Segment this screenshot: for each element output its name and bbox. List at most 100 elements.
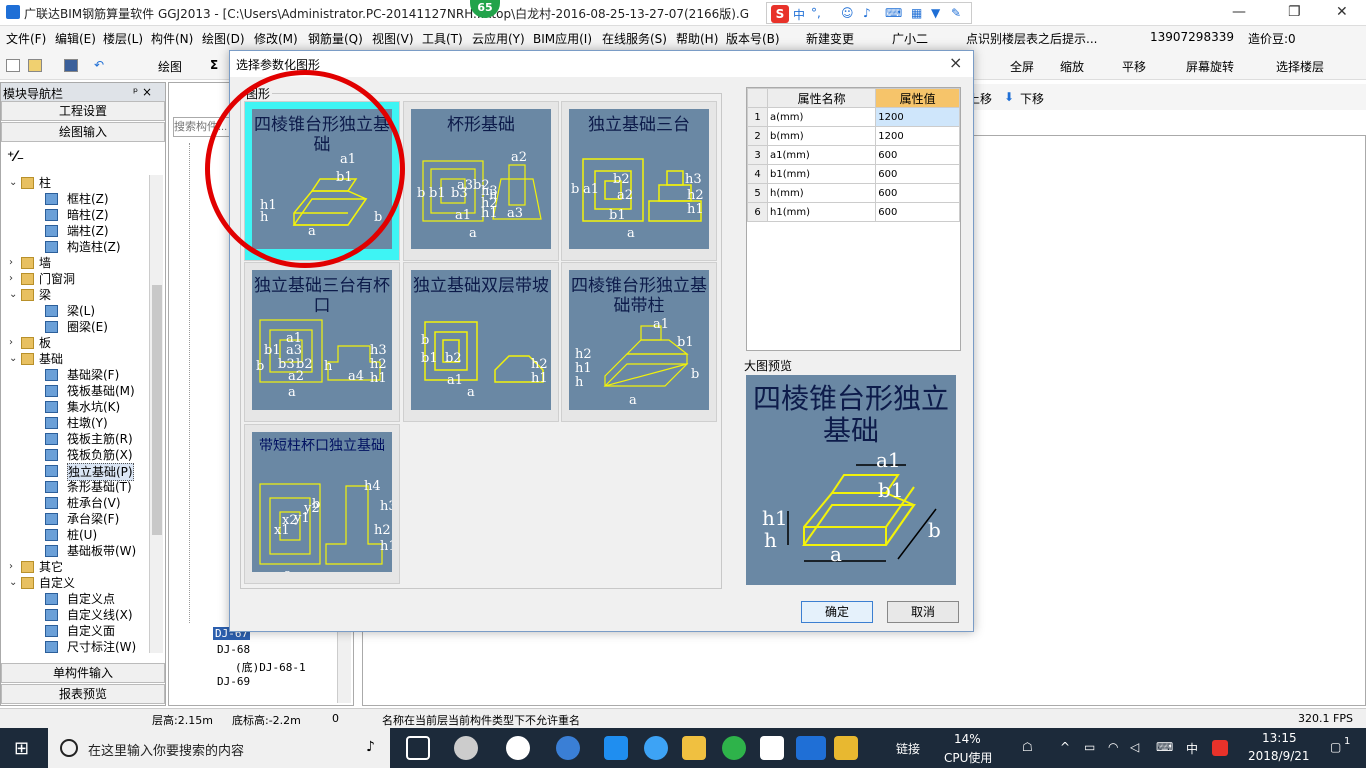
shape-thumbnail[interactable]: h4h3h2h1x1x2y1y2ba带短柱杯口独立基础 [244,424,400,584]
dialog-close-icon[interactable]: × [949,53,962,72]
tree-toggle-icon[interactable]: ⌄ [9,175,21,191]
table-row[interactable]: 2 b(mm) 1200 [747,126,960,146]
tree-toggle-icon[interactable]: › [9,559,21,575]
prop-cell-value[interactable]: 1200 [875,107,960,127]
prop-cell-value[interactable]: 1200 [875,126,960,146]
restore-icon[interactable]: ❐ [1288,4,1301,20]
minimize-icon[interactable]: — [1232,4,1246,20]
grid-icon[interactable]: ▦ [911,6,922,20]
menu-bim[interactable]: BIM应用(I) [533,30,592,47]
microphone-icon[interactable]: ♪ [366,739,375,755]
table-row[interactable]: 5 h(mm) 600 [747,183,960,203]
sogou-ime-icon[interactable]: S [771,5,789,23]
table-row[interactable]: 3 a1(mm) 600 [747,145,960,165]
tree-toggle-icon[interactable]: › [9,271,21,287]
notes-app-icon[interactable] [834,736,858,760]
volume-icon[interactable]: ◁ [1130,740,1139,754]
shape-thumbnail[interactable]: a1 b1 h2 h1 h b a 四棱锥台形独立基础带柱 [561,262,717,422]
notification-icon[interactable]: ▢ [1330,740,1341,754]
tree-scrollbar-thumb[interactable] [152,285,162,535]
list-item[interactable]: (底)DJ-68-1 [235,659,306,675]
prop-cell-value[interactable]: 600 [875,164,960,184]
tree-toggle-icon[interactable]: ⌄ [9,287,21,303]
menu-cloud[interactable]: 云应用(Y) [472,30,525,47]
tray-chevron-icon[interactable]: ^ [1060,740,1070,754]
emoji-icon[interactable]: ☺ [841,6,854,20]
menu-tools[interactable]: 工具(T) [422,30,463,47]
ime-toolbar[interactable]: S 中 °, ☺ ♪ ⌨ ▦ ▼ ✎ [766,2,972,24]
menu-help[interactable]: 帮助(H) [676,30,718,47]
shape-thumbnail[interactable]: a1 a3 b1 b3 b2 a2 h3 h2 h1 a4 a b h 独立基础三台有杯口 [244,262,400,422]
mic-icon[interactable]: ♪ [863,6,871,20]
fan-app-icon[interactable] [454,736,478,760]
green-app-icon[interactable] [722,736,746,760]
tree-toggle-icon[interactable]: ⌄ [9,575,21,591]
wrench-icon[interactable]: ✎ [951,6,961,20]
single-input-button[interactable]: 单构件输入 [1,663,165,683]
menu-modify[interactable]: 修改(M) [254,30,298,47]
undo-icon[interactable]: ↶ [94,58,104,72]
new-file-icon[interactable] [6,59,20,72]
edge-app-icon[interactable] [604,736,628,760]
shape-thumbnail[interactable]: b2 a2 a1 b1 h3 h2 h1 a b 独立基础三台 [561,101,717,261]
ime-lang[interactable]: 中 [793,6,805,23]
menu-user-phone[interactable]: 13907298339 [1150,30,1234,44]
menu-component[interactable]: 构件(N) [151,30,193,47]
menu-new-change[interactable]: 新建变更 [806,30,854,47]
menu-guangxiaoer[interactable]: 广小二 [892,30,928,47]
drawing-input-button[interactable]: 绘图输入 [1,122,165,142]
close-icon[interactable]: ✕ [1336,4,1348,20]
input-lang[interactable]: 中 [1186,740,1198,757]
fullscreen-button[interactable]: 全屏 [1010,58,1034,75]
tree-toggle-icon[interactable]: › [9,335,21,351]
ok-button[interactable]: 确定 [801,601,873,623]
save-icon[interactable] [64,59,78,72]
sum-button[interactable]: Σ [210,58,218,72]
menu-floor[interactable]: 楼层(L) [103,30,143,47]
ime-punct[interactable]: °, [811,6,821,20]
table-row[interactable]: 6 h1(mm) 600 [747,202,960,222]
tree-toggle-icon[interactable]: › [9,255,21,271]
keyboard-icon[interactable]: ⌨ [885,6,902,20]
mail-app-icon[interactable] [760,736,784,760]
list-item[interactable]: DJ-69 [217,675,250,688]
windows-start-icon[interactable]: ⊞ [14,738,29,759]
report-preview-button[interactable]: 报表预览 [1,684,165,704]
menu-online[interactable]: 在线服务(S) [602,30,667,47]
menu-file[interactable]: 文件(F) [6,30,46,47]
shirt-icon[interactable]: ▼ [931,6,940,20]
wifi-icon[interactable]: ◠ [1108,740,1118,754]
tree-toggle-icon[interactable]: ⌄ [9,351,21,367]
shape-thumbnail[interactable]: a2 a3 b3 b2 h3 h2 h1 h a1 a3 b b1 a 杯形基础 [403,101,559,261]
task-view-icon[interactable] [406,736,430,760]
chrome-app-icon[interactable] [556,736,580,760]
cancel-button[interactable]: 取消 [887,601,959,623]
ie-blue-app-icon[interactable] [644,736,668,760]
prop-cell-value[interactable]: 600 [875,202,960,222]
prop-cell-value[interactable]: 600 [875,145,960,165]
expand-all-icon[interactable]: ⁺⁄₋ [7,149,24,165]
ie-app-icon[interactable] [506,736,530,760]
glodon-app-icon[interactable] [796,736,826,760]
menu-rebar[interactable]: 钢筋量(Q) [308,30,363,47]
network-link-text[interactable]: 链接 [896,740,920,757]
select-floor-button[interactable]: 选择楼层 [1276,58,1324,75]
menu-draw[interactable]: 绘图(D) [202,30,245,47]
rotate-button[interactable]: 屏幕旋转 [1186,58,1234,75]
menu-version[interactable]: 版本号(B) [726,30,780,47]
list-item[interactable]: DJ-68 [217,643,250,656]
draw-button[interactable]: 绘图 [158,58,182,75]
sogou-tray-icon[interactable] [1212,740,1228,756]
table-row[interactable]: 1 a(mm) 1200 [747,107,960,127]
engineering-settings-button[interactable]: 工程设置 [1,101,165,121]
open-folder-icon[interactable] [28,59,42,72]
clock-date[interactable]: 2018/9/21 [1248,749,1310,763]
people-icon[interactable]: ☖ [1022,740,1033,754]
pan-button[interactable]: 平移 [1122,58,1146,75]
keyboard-tray-icon[interactable]: ⌨ [1156,740,1173,754]
taskbar-search[interactable]: 在这里输入你要搜索的内容 ♪ [48,728,390,768]
move-down-button[interactable]: 下移 [1020,90,1044,107]
zoom-button[interactable]: 缩放 [1060,58,1084,75]
table-row[interactable]: 4 b1(mm) 600 [747,164,960,184]
prop-cell-value[interactable]: 600 [875,183,960,203]
